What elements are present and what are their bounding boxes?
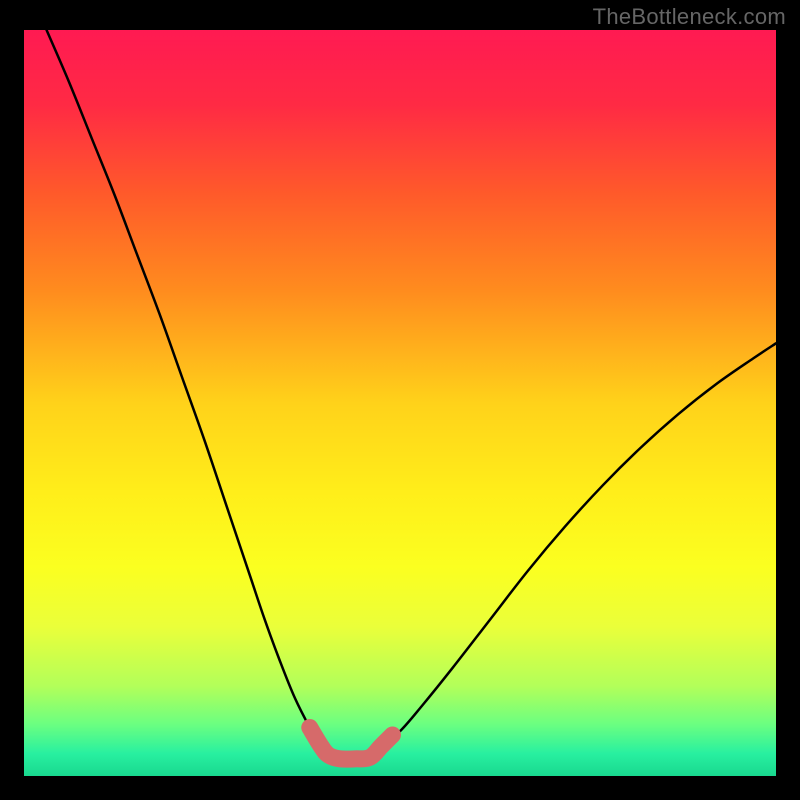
bottleneck-curve-chart	[24, 30, 776, 776]
watermark-label: TheBottleneck.com	[593, 4, 786, 30]
plot-area	[24, 30, 776, 776]
chart-root: TheBottleneck.com	[0, 0, 800, 800]
heat-gradient-background	[24, 30, 776, 776]
